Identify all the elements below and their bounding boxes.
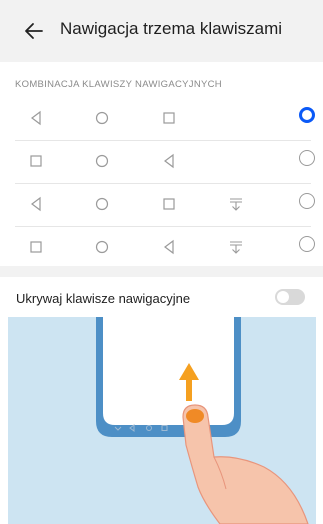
- combination-radio-2[interactable]: [299, 150, 315, 166]
- home-circle-icon: [95, 111, 109, 125]
- recents-square-icon: [30, 241, 42, 253]
- back-triangle-icon: [31, 110, 41, 126]
- combination-radio-1[interactable]: [299, 107, 315, 123]
- combination-radio-4[interactable]: [299, 236, 315, 252]
- swipe-gesture-illustration: [8, 317, 316, 524]
- recents-square-icon: [30, 155, 42, 167]
- hide-navigation-keys-toggle[interactable]: [275, 289, 305, 305]
- notification-pull-icon: [230, 198, 242, 211]
- section-spacer: [0, 266, 323, 277]
- notification-pull-icon: [230, 241, 242, 254]
- arrow-left-icon[interactable]: [22, 19, 46, 43]
- page-title: Nawigacja trzema klawiszami: [60, 19, 283, 38]
- toggle-knob: [277, 291, 289, 303]
- combination-row-1[interactable]: [0, 98, 323, 141]
- back-triangle-icon: [164, 239, 174, 255]
- combination-row-3[interactable]: [0, 184, 323, 227]
- phone-screen: [103, 317, 234, 425]
- app-bar: Nawigacja trzema klawiszami: [0, 0, 323, 62]
- home-circle-icon: [95, 197, 109, 211]
- hide-navigation-keys-label: Ukrywaj klawisze nawigacyjne: [16, 291, 191, 306]
- home-circle-icon: [95, 154, 109, 168]
- recents-square-icon: [163, 112, 175, 124]
- back-triangle-icon: [164, 153, 174, 169]
- home-circle-icon: [95, 240, 109, 254]
- hide-navigation-keys-row[interactable]: Ukrywaj klawisze nawigacyjne: [0, 277, 323, 317]
- combination-row-2[interactable]: [0, 141, 323, 184]
- recents-square-icon: [163, 198, 175, 210]
- section-title: KOMBINACJA KLAWISZY NAWIGACYJNYCH: [15, 79, 222, 90]
- combination-row-4[interactable]: [0, 227, 323, 270]
- combination-radio-3[interactable]: [299, 193, 315, 209]
- back-triangle-icon: [31, 196, 41, 212]
